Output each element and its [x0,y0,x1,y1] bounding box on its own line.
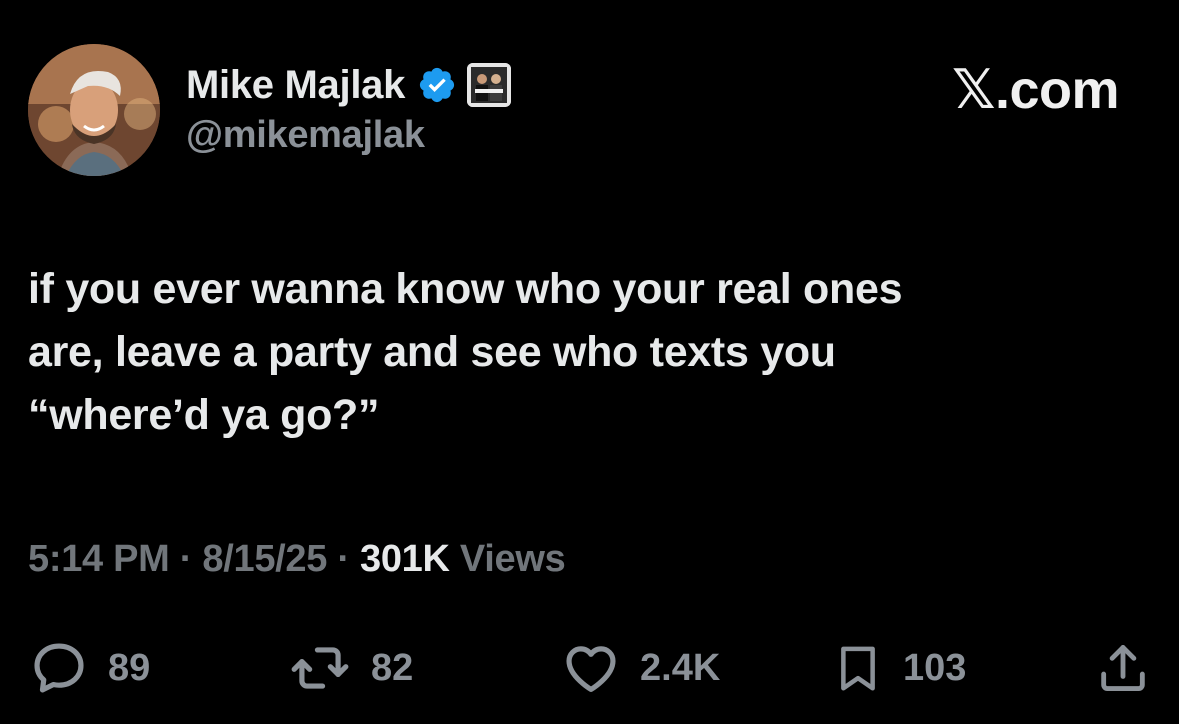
bookmark-count: 103 [903,646,967,689]
repost-count: 82 [371,646,414,689]
repost-button[interactable]: 82 [287,636,413,700]
tweet-time[interactable]: 5:14 PM [28,538,170,580]
like-count: 2.4K [640,646,721,689]
bookmark-button[interactable]: 103 [831,636,966,700]
reply-button[interactable]: 89 [28,636,150,700]
share-button[interactable] [1094,636,1152,700]
tweet-text: if you ever wanna know who your real one… [28,258,1138,447]
share-upload-icon [1101,645,1145,691]
heart-icon [566,646,616,693]
views-label: Views [459,538,566,580]
meta-separator: · [337,538,350,580]
repost-arrows-icon [291,647,349,689]
tweet-meta: 5:14 PM · 8/15/25 · 301K Views [28,538,566,581]
bookmark-icon [841,646,875,691]
tweet-text-line: “where’d ya go?” [28,391,380,439]
avatar[interactable] [28,44,160,176]
views-count: 301K [359,538,450,580]
x-logo-watermark: 𝕏.com [951,60,1120,120]
tweet-text-line: if you ever wanna know who your real one… [28,265,903,313]
meta-separator: · [179,538,193,580]
tweet-text-line: are, leave a party and see who texts you [28,328,836,376]
author-name-row: Mike Majlak [186,60,512,110]
tweet-card: Mike Majlak @mikemajlak 𝕏.com if you eve… [0,0,1179,724]
verified-badge-icon[interactable] [417,65,457,105]
reply-count: 89 [108,646,151,689]
like-button[interactable]: 2.4K [560,636,720,700]
author-display-name[interactable]: Mike Majlak [186,63,405,108]
author-handle[interactable]: @mikemajlak [186,114,425,157]
speech-bubble-icon [34,643,84,693]
tweet-date[interactable]: 8/15/25 [202,538,327,580]
avatar-photo [28,44,160,176]
affiliate-badge-icon[interactable] [467,63,512,107]
